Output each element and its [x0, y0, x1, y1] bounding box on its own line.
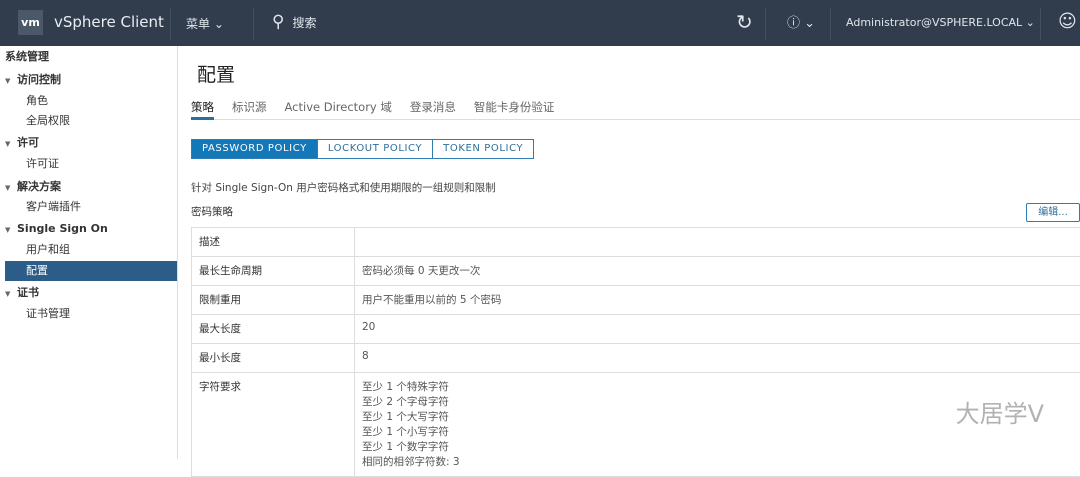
password-policy-button[interactable]: PASSWORD POLICY: [191, 139, 318, 159]
sidebar-item-global-permissions[interactable]: 全局权限: [0, 111, 177, 131]
row-value: 20: [355, 315, 1080, 344]
search-icon: ⚲: [272, 12, 284, 32]
sidebar-label: 证书: [17, 286, 39, 299]
password-policy-table: 描述 最长生命周期密码必须每 0 天更改一次 限制重用用户不能重用以前的 5 个…: [191, 227, 1080, 477]
chevron-down-icon: ⌄: [214, 17, 224, 31]
row-key: 字符要求: [192, 373, 355, 477]
row-key: 描述: [192, 228, 355, 257]
sidebar-item-licenses[interactable]: 许可证: [0, 154, 177, 174]
token-policy-button[interactable]: TOKEN POLICY: [432, 139, 534, 159]
row-value: 密码必须每 0 天更改一次: [355, 257, 1080, 286]
row-key: 最长生命周期: [192, 257, 355, 286]
row-key: 限制重用: [192, 286, 355, 315]
sidebar-group-licensing[interactable]: ▼许可: [0, 133, 177, 153]
sidebar-item-roles[interactable]: 角色: [0, 91, 177, 111]
sidebar-group-sso[interactable]: ▼Single Sign On: [0, 219, 177, 239]
row-value: 用户不能重用以前的 5 个密码: [355, 286, 1080, 315]
top-header: vm vSphere Client 菜单 ⌄ ⚲ 搜索 ↻ ⓘ ⌄ Adminis…: [0, 0, 1080, 46]
sidebar-label: 解决方案: [17, 180, 61, 193]
policy-description: 针对 Single Sign-On 用户密码格式和使用期限的一组规则和限制: [191, 180, 496, 195]
divider: [830, 8, 831, 40]
divider: [1040, 8, 1041, 40]
policy-button-group: PASSWORD POLICY LOCKOUT POLICY TOKEN POL…: [191, 139, 534, 159]
app-name[interactable]: vSphere Client: [54, 13, 164, 31]
sidebar-group-access-control[interactable]: ▼访问控制: [0, 70, 177, 90]
sidebar-item-cert-management[interactable]: 证书管理: [0, 304, 177, 324]
divider: [170, 8, 171, 40]
row-value: [355, 228, 1080, 257]
user-name: Administrator@VSPHERE.LOCAL: [846, 16, 1022, 29]
tab-active-directory[interactable]: Active Directory 域: [285, 96, 392, 120]
tab-bar: 策略 标识源 Active Directory 域 登录消息 智能卡身份验证: [191, 96, 1080, 120]
caret-down-icon: ▼: [5, 284, 17, 304]
row-key: 最大长度: [192, 315, 355, 344]
table-row: 描述: [192, 228, 1080, 257]
sidebar-heading-admin: 系统管理: [0, 47, 177, 67]
requirement-line: 至少 1 个数字字符: [362, 440, 1080, 455]
row-value: 8: [355, 344, 1080, 373]
menu-button[interactable]: 菜单 ⌄: [186, 15, 224, 32]
menu-label: 菜单: [186, 17, 210, 31]
table-row: 字符要求 至少 1 个特殊字符 至少 2 个字母字符 至少 1 个大写字符 至少…: [192, 373, 1080, 477]
edit-button[interactable]: 编辑...: [1026, 203, 1080, 222]
caret-down-icon: ▼: [5, 71, 17, 91]
vm-logo: vm: [18, 10, 43, 35]
help-icon: ⓘ: [787, 16, 800, 31]
sidebar: 系统管理 ▼访问控制 角色 全局权限 ▼许可 许可证 ▼解决方案 客户端插件 ▼…: [0, 46, 178, 459]
divider: [253, 8, 254, 40]
section-title: 密码策略: [191, 204, 233, 219]
caret-down-icon: ▼: [5, 178, 17, 198]
search-placeholder: 搜索: [292, 14, 316, 31]
table-row: 最长生命周期密码必须每 0 天更改一次: [192, 257, 1080, 286]
chevron-down-icon: ⌄: [804, 16, 815, 31]
sidebar-item-configuration[interactable]: 配置: [5, 261, 177, 281]
table-row: 最小长度8: [192, 344, 1080, 373]
caret-down-icon: ▼: [5, 220, 17, 240]
sidebar-item-client-plugins[interactable]: 客户端插件: [0, 197, 177, 217]
tab-identity-sources[interactable]: 标识源: [232, 96, 267, 120]
table-row: 限制重用用户不能重用以前的 5 个密码: [192, 286, 1080, 315]
page-title: 配置: [197, 60, 235, 87]
help-button[interactable]: ⓘ ⌄: [787, 12, 815, 31]
row-key: 最小长度: [192, 344, 355, 373]
search-input[interactable]: ⚲ 搜索: [272, 12, 316, 32]
tab-policies[interactable]: 策略: [191, 96, 214, 120]
requirement-line: 相同的相邻字符数: 3: [362, 455, 1080, 470]
sidebar-label: 许可: [17, 136, 39, 149]
sidebar-item-users-groups[interactable]: 用户和组: [0, 240, 177, 260]
sidebar-label: 访问控制: [17, 73, 61, 86]
table-row: 最大长度20: [192, 315, 1080, 344]
caret-down-icon: ▼: [5, 134, 17, 154]
user-menu[interactable]: Administrator@VSPHERE.LOCAL ⌄: [846, 16, 1035, 29]
lockout-policy-button[interactable]: LOCKOUT POLICY: [317, 139, 433, 159]
chevron-down-icon: ⌄: [1026, 16, 1035, 29]
watermark: 大居学V: [956, 394, 1044, 429]
sidebar-label: Single Sign On: [17, 222, 108, 235]
requirement-line: 至少 1 个特殊字符: [362, 380, 1080, 395]
feedback-icon[interactable]: ☺: [1058, 11, 1077, 32]
sidebar-group-solutions[interactable]: ▼解决方案: [0, 177, 177, 197]
tab-login-message[interactable]: 登录消息: [410, 96, 456, 120]
sidebar-group-certificates[interactable]: ▼证书: [0, 283, 177, 303]
divider: [765, 8, 766, 40]
refresh-icon[interactable]: ↻: [736, 10, 753, 34]
tab-smart-card[interactable]: 智能卡身份验证: [474, 96, 555, 120]
